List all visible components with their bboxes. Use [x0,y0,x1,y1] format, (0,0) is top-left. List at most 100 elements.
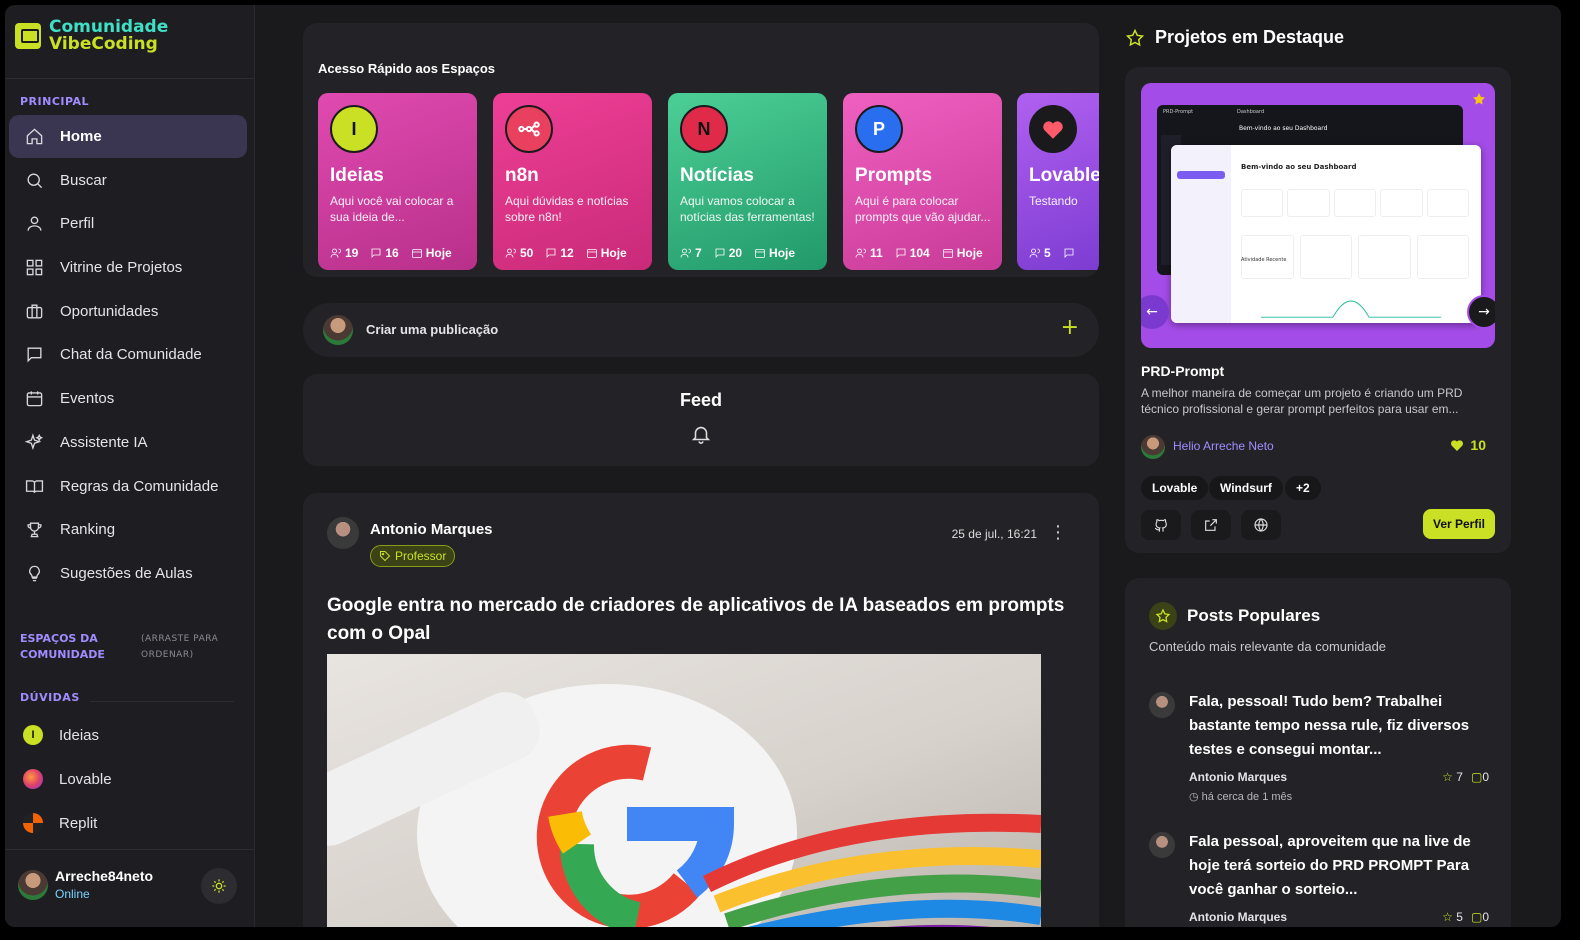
sidebar-item-oportunidades[interactable]: Oportunidades [9,290,247,333]
popular-post-author: Antonio Marques [1189,910,1287,924]
project-name[interactable]: PRD-Prompt [1141,363,1224,379]
feed-post: Antonio Marques Professor 25 de jul., 16… [303,493,1099,927]
sidebar-item-home[interactable]: Home [9,115,247,158]
project-author[interactable]: Helio Arreche Neto [1173,439,1274,453]
espacos-hint: (ARRASTE PARA ORDENAR) [141,634,219,660]
space-card-badge: I [330,105,378,153]
space-card-stats: 50 12 Hoje [505,246,627,260]
sidebar-item-label: Sugestões de Aulas [60,564,193,582]
carousel-next-button[interactable]: → [1467,295,1495,329]
sidebar-item-label: Perfil [60,215,95,233]
space-card-n8n[interactable]: n8n Aqui dúvidas e notícias sobre n8n! 5… [493,93,652,270]
sidebar-item-label: Chat da Comunidade [60,346,202,364]
website-button[interactable] [1241,510,1281,540]
space-card-badge: N [680,105,728,153]
popular-posts-panel: Posts Populares Conteúdo mais relevante … [1125,578,1511,927]
sidebar-item-eventos[interactable]: Eventos [9,377,247,420]
replit-icon [23,813,43,833]
briefcase-icon [26,304,43,319]
space-card-lovable[interactable]: Lovable Testando 5 [1017,93,1099,270]
project-tag-more[interactable]: +2 [1285,476,1321,500]
sidebar-item-label: Ranking [60,521,116,539]
comment-icon: ▢ [1470,770,1483,784]
space-card-desc: Aqui é para colocar prompts que vão ajud… [855,194,991,224]
calendar-icon [755,249,765,258]
user-bar: Arreche84neto Online [5,849,254,927]
user-avatar[interactable] [18,870,48,900]
post-title[interactable]: Google entra no mercado de criadores de … [327,592,1067,648]
space-card-name: Prompts [855,165,933,186]
right-panel: Projetos em Destaque PRD-Prompt Dashboar… [1105,5,1561,927]
popular-title: Posts Populares [1149,602,1320,630]
posts-count: 16 [385,246,399,260]
space-card-name: Notícias [680,165,754,186]
heart-icon [1451,440,1464,451]
plus-icon[interactable]: + [1061,315,1079,340]
popular-subtitle: Conteúdo mais relevante da comunidade [1149,639,1387,654]
members-count: 7 [695,246,702,260]
posts-count: 104 [909,246,930,260]
theme-toggle-button[interactable] [201,868,237,904]
more-options-icon[interactable]: ⋮ [1049,522,1067,543]
sidebar-item-buscar[interactable]: Buscar [9,159,247,202]
project-tag[interactable]: Windsurf [1209,476,1283,500]
sidebar-space-replit[interactable]: Replit [23,813,97,833]
view-profile-button[interactable]: Ver Perfil [1423,509,1495,539]
external-link-button[interactable] [1191,510,1231,540]
popular-post-author: Antonio Marques [1189,770,1287,784]
sidebar-nav: Home Buscar Perfil Vitrine de Projetos O… [9,115,247,596]
author-avatar [1149,692,1175,718]
search-icon [27,173,43,188]
space-card-stats: 19 16 Hoje [330,246,452,260]
sidebar-space-ideias[interactable]: I Ideias [23,725,99,745]
carousel-prev-button[interactable]: ← [1141,295,1169,329]
space-card-noticias[interactable]: N Notícias Aqui vamos colocar a notícias… [668,93,827,270]
user-name: Arreche84neto [55,868,154,884]
members-count: 11 [870,246,883,260]
github-button[interactable] [1141,510,1181,540]
space-card-ideias[interactable]: I Ideias Aqui você vai colocar a sua ide… [318,93,477,270]
duvidas-divider [90,701,234,702]
post-author[interactable]: Antonio Marques [370,521,493,538]
book-icon [25,479,44,493]
members-icon [330,248,341,258]
author-avatar[interactable] [1141,435,1165,459]
post-image[interactable] [327,654,1041,927]
create-post-bar[interactable]: Criar uma publicação + [303,303,1099,357]
project-tag[interactable]: Lovable [1141,476,1209,500]
sidebar-item-chat[interactable]: Chat da Comunidade [9,333,247,376]
chat-icon [27,347,42,363]
featured-title-label: Projetos em Destaque [1155,27,1345,47]
star-icon: ☆ [1442,910,1453,924]
likes-value: 10 [1470,437,1486,453]
members-icon [505,248,516,258]
brand-line-2: VibeCoding [49,34,158,54]
likes-count[interactable]: 10 [1449,437,1486,453]
bell-icon[interactable] [690,423,712,445]
members-count: 50 [520,246,534,260]
space-card-prompts[interactable]: P Prompts Aqui é para colocar prompts qu… [843,93,1002,270]
author-avatar[interactable] [327,517,359,549]
space-badge-icon: I [23,725,43,745]
sidebar-item-regras[interactable]: Regras da Comunidade [9,465,247,508]
star-icon: ☆ [1442,770,1453,784]
star-icon [1149,602,1177,630]
sidebar-space-lovable[interactable]: Lovable [23,769,112,789]
posts-count: 12 [560,246,574,260]
brand-logo[interactable]: Comunidade VibeCoding [15,19,168,53]
main-content: Acesso Rápido aos Espaços I Ideias Aqui … [255,5,1105,927]
sidebar-item-perfil[interactable]: Perfil [9,202,247,245]
members-icon [855,248,866,258]
project-preview-image[interactable]: PRD-Prompt Dashboard Bem-vindo ao seu Da… [1141,83,1495,348]
sidebar-item-assistente[interactable]: Assistente IA [9,421,247,464]
sidebar-item-ranking[interactable]: Ranking [9,508,247,551]
sidebar-item-label: Oportunidades [60,302,159,320]
sidebar-item-label: Assistente IA [60,433,148,451]
sidebar-item-vitrine[interactable]: Vitrine de Projetos [9,246,247,289]
quick-access-panel: Acesso Rápido aos Espaços I Ideias Aqui … [303,23,1099,277]
calendar-icon [586,249,597,258]
lightbulb-icon [29,565,40,582]
popular-post-time: ◷ há cerca de 1 mês [1189,791,1293,803]
space-card-desc: Aqui dúvidas e notícias sobre n8n! [505,194,629,224]
sidebar-item-sugestoes[interactable]: Sugestões de Aulas [9,552,247,595]
